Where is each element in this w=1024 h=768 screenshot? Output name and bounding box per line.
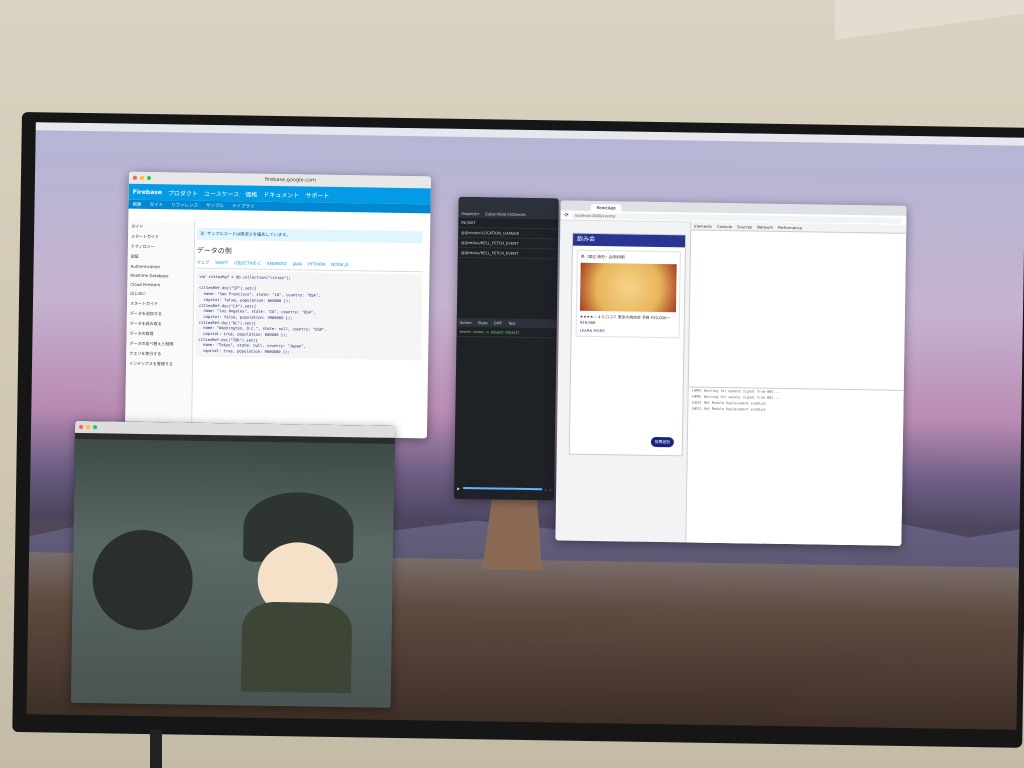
restaurant-card[interactable]: 鳥（渡辺 焼肉・会席料理） ★★★★☆ 4.5 口コミ 東京の焼肉店 予算 ¥2… xyxy=(575,249,681,339)
play-icon[interactable]: ▶ xyxy=(457,485,460,490)
sidebar-item[interactable]: スタートガイド xyxy=(130,301,190,308)
diff-line: event: name -> [object Object] xyxy=(456,326,557,339)
firebase-main: 注: サンプルコードは簡潔さを優先しています。 データの例 ウェブ SWIFT … xyxy=(191,222,426,439)
minimize-icon[interactable] xyxy=(139,175,145,180)
mobile-preview: 飲み会 鳥（渡辺 焼肉・会席料理） ★★★★☆ 4.5 口コミ 東京の焼肉店 予… xyxy=(568,232,687,457)
sidebar-item[interactable]: テクノロジー xyxy=(131,244,191,251)
video-player-window xyxy=(70,420,396,708)
firebase-logo[interactable]: Firebase xyxy=(133,188,162,195)
sidebar-item[interactable]: 認証 xyxy=(131,254,191,261)
card-text: ★★★★☆ 4.5 口コミ 東京の焼肉店 予算 ¥20,000～¥29,999 xyxy=(579,313,671,326)
playback-slider[interactable] xyxy=(463,486,543,491)
console-drawer: [HMR] Waiting for update signal from WDS… xyxy=(686,386,904,546)
devtools-tab[interactable]: Sources xyxy=(737,224,752,229)
close-icon[interactable] xyxy=(132,175,138,180)
lang-tab[interactable]: OBJECTIVE-C xyxy=(234,260,261,267)
chrome-window: ReactApp ⟳ localhost:3000/events/ 飲み会 鳥（… xyxy=(555,200,907,546)
code-block: var citiesRef = db.collection("cities");… xyxy=(195,270,423,361)
chevron-left-icon[interactable]: ‹ xyxy=(545,487,547,492)
nav-item[interactable]: サポート xyxy=(305,190,329,199)
action-row[interactable]: @@redux/RELL_FETCH_EVENT xyxy=(457,247,558,260)
app-bar-title: 飲み会 xyxy=(572,233,686,248)
lang-tab[interactable]: ウェブ xyxy=(197,260,210,266)
nav-item[interactable]: プロダクト xyxy=(168,188,198,197)
lang-tab[interactable]: PYTHON xyxy=(308,261,325,268)
menu-bar xyxy=(35,122,1024,146)
card-subtitle: 鳥（渡辺 焼肉・会席料理） xyxy=(580,253,628,260)
inspector-tabs: Inspector Subscribed Instances xyxy=(458,208,559,220)
add-vote-button[interactable]: 投票追加 xyxy=(650,436,674,448)
redux-inspector-window: Inspector Subscribed Instances INCINIT @… xyxy=(453,196,559,501)
learn-more-link[interactable]: LEARN MORE xyxy=(580,328,676,335)
sidebar-item[interactable]: データを読み取る xyxy=(130,321,190,328)
tab[interactable]: Inspector xyxy=(458,209,482,218)
tab[interactable]: State xyxy=(475,318,491,327)
chevron-right-icon[interactable]: › xyxy=(550,487,552,492)
tab[interactable]: Subscribed Instances xyxy=(482,209,529,219)
sidebar-item[interactable]: ガイド xyxy=(131,224,191,231)
tab[interactable]: ガイド xyxy=(150,202,164,208)
sidebar-item[interactable]: クエリを実行する xyxy=(129,351,189,358)
tab[interactable]: Test xyxy=(505,319,519,328)
section-title: データの例 xyxy=(196,247,232,256)
food-image xyxy=(579,262,677,313)
monitor: firebase.google.com Firebase プロダクト ユースケー… xyxy=(12,112,1024,748)
sidebar-item[interactable]: はじめに xyxy=(130,291,190,298)
info-note: 注: サンプルコードは簡潔さを優先しています。 xyxy=(197,227,424,244)
sidebar-item[interactable]: データを追加する xyxy=(130,311,190,318)
tab[interactable]: 概要 xyxy=(133,201,142,207)
lang-tab[interactable]: SWIFT xyxy=(215,260,228,266)
devtools-tab[interactable]: Elements xyxy=(694,223,712,228)
tab[interactable]: サンプル xyxy=(206,202,224,208)
tab[interactable]: ライブラリ xyxy=(232,203,255,209)
sidebar-item[interactable]: インデックスを管理する xyxy=(129,361,189,368)
devtools-tab[interactable]: Network xyxy=(757,224,773,229)
firebase-docs-window: firebase.google.com Firebase プロダクト ユースケー… xyxy=(124,171,432,439)
tab[interactable]: リファレンス xyxy=(171,202,198,208)
maximize-icon[interactable] xyxy=(146,175,152,181)
reload-icon[interactable]: ⟳ xyxy=(564,212,568,218)
minimize-icon[interactable] xyxy=(86,425,91,430)
lang-tab[interactable]: ANDROID xyxy=(267,261,287,268)
sidebar-item[interactable]: スタートガイド xyxy=(131,234,191,241)
nav-item[interactable]: ドキュメント xyxy=(263,189,299,199)
character-coat xyxy=(240,601,353,694)
sidebar-item[interactable]: Realtime Database xyxy=(130,273,190,279)
sidebar-item[interactable]: Cloud Firestore xyxy=(130,282,190,288)
lang-tab[interactable]: JAVA xyxy=(293,261,302,267)
playback-bar: ▶ ‹ › xyxy=(454,483,554,495)
devtools-panel: Elements Console Sources Network Perform… xyxy=(685,221,907,546)
devtools-tab[interactable]: Performance xyxy=(778,224,802,229)
maximize-icon[interactable] xyxy=(93,425,98,430)
monitor-stand xyxy=(150,730,162,768)
desktop-screen: firebase.google.com Firebase プロダクト ユースケー… xyxy=(26,122,1024,730)
character-dark xyxy=(91,529,194,631)
tab[interactable]: DIFF xyxy=(491,318,506,327)
sidebar-item[interactable]: データの並べ替えと制限 xyxy=(129,341,189,348)
inspector-bottom-tabs: Action State DIFF Test xyxy=(456,317,557,329)
nav-item[interactable]: 価格 xyxy=(245,189,257,198)
tab[interactable]: Action xyxy=(457,318,475,327)
chrome-tab[interactable]: ReactApp xyxy=(590,203,622,212)
close-icon[interactable] xyxy=(79,424,84,429)
devtools-tab[interactable]: Console xyxy=(717,223,732,228)
nav-item[interactable]: ユースケース xyxy=(204,188,240,198)
sidebar-item[interactable]: Authentication xyxy=(131,264,191,270)
lang-tab[interactable]: NODE.JS xyxy=(331,262,349,269)
sidebar-item[interactable]: データの取得 xyxy=(129,331,189,338)
video-frame[interactable] xyxy=(70,438,395,708)
firebase-sidebar: ガイド スタートガイド テクノロジー 認証 Authentication Rea… xyxy=(124,220,196,435)
